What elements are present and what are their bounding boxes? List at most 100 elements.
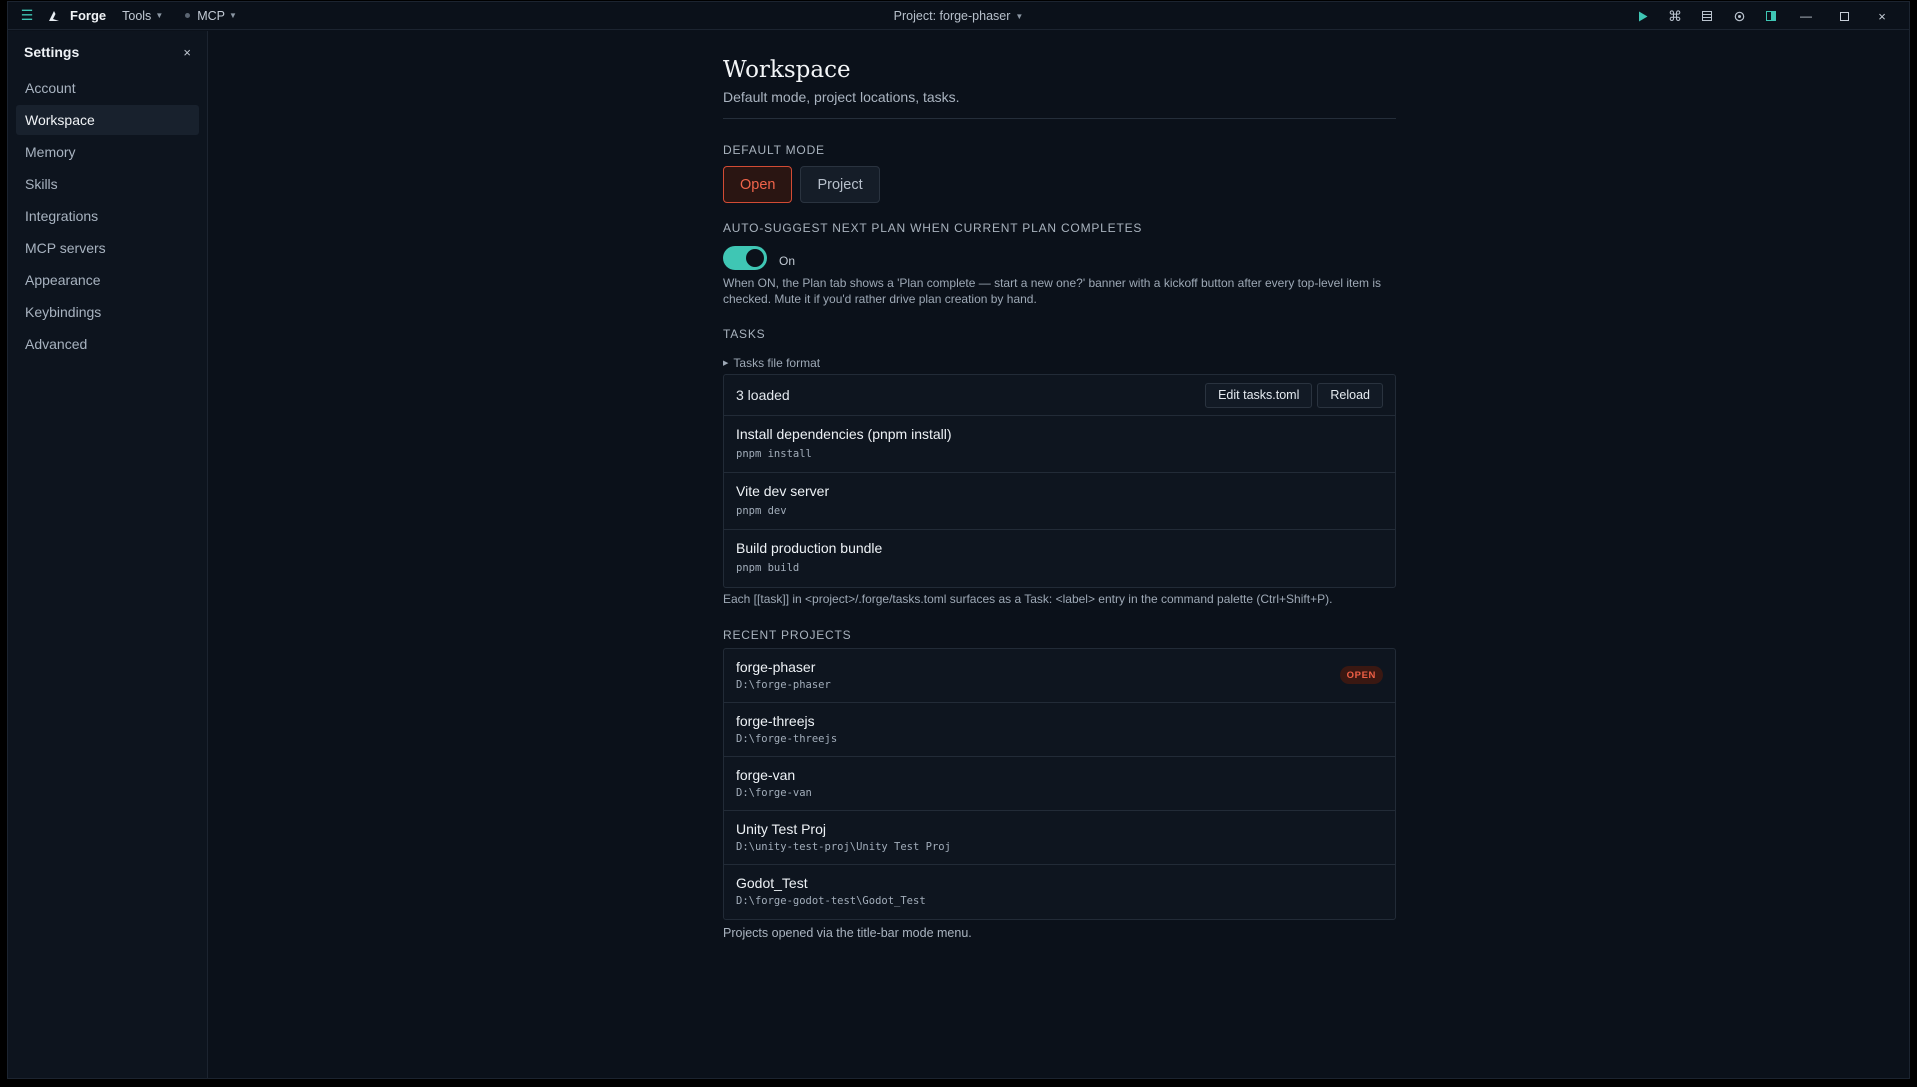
project-path: D:\forge-phaser [736, 679, 831, 691]
run-icon[interactable] [1627, 2, 1659, 30]
auto-suggest-row: On [723, 246, 1396, 270]
sidebar-item-advanced[interactable]: Advanced [16, 329, 199, 359]
sidebar-item-label: Appearance [25, 272, 101, 288]
close-icon[interactable]: × [1863, 2, 1901, 30]
tasks-count: 3 loaded [736, 387, 790, 403]
project-path: D:\unity-test-proj\Unity Test Proj [736, 841, 951, 853]
list-item[interactable]: Godot_Test D:\forge-godot-test\Godot_Tes… [724, 865, 1395, 919]
maximize-icon[interactable] [1825, 2, 1863, 30]
project-name: Unity Test Proj [736, 821, 826, 837]
sidebar-item-memory[interactable]: Memory [16, 137, 199, 167]
project-name: forge-van [736, 767, 796, 783]
disclosure-label: Tasks file format [733, 356, 821, 370]
tasks-footnote: Each [[task]] in <project>/.forge/tasks.… [723, 592, 1333, 606]
tasks-actions: Edit tasks.toml Reload [1205, 382, 1383, 408]
auto-suggest-label: AUTO-SUGGEST NEXT PLAN WHEN CURRENT PLAN… [723, 221, 1143, 235]
status-badge: OPEN [1339, 666, 1383, 684]
sidebar-item-workspace[interactable]: Workspace [16, 105, 199, 135]
task-title: Build production bundle [736, 540, 883, 556]
settings-sidebar: Settings × Account Workspace Memory Skil… [8, 31, 208, 1078]
status-dot-icon [185, 13, 191, 18]
mode-project-button[interactable]: Project [800, 166, 880, 203]
tasks-format-disclosure[interactable]: ▶ Tasks file format [723, 356, 1396, 370]
task-row[interactable]: Build production bundle pnpm build [724, 530, 1395, 587]
auto-suggest-toggle[interactable] [723, 246, 767, 270]
project-selector-label: Project: forge-phaser [893, 9, 1011, 23]
sidebar-item-keybindings[interactable]: Keybindings [16, 297, 199, 327]
list-item[interactable]: forge-phaser D:\forge-phaser OPEN [724, 649, 1395, 703]
recent-projects-label: RECENT PROJECTS [723, 628, 852, 642]
task-command: pnpm build [736, 562, 800, 574]
task-row[interactable]: Vite dev server pnpm dev [724, 473, 1395, 530]
sidebar-item-label: MCP servers [25, 240, 106, 256]
tools-menu-label: Tools [122, 8, 152, 23]
sidebar-item-label: Integrations [25, 208, 99, 224]
sidebar-item-account[interactable]: Account [16, 73, 199, 103]
mcp-menu[interactable]: MCP ▼ [185, 9, 237, 23]
project-name: forge-phaser [736, 659, 816, 675]
hamburger-icon[interactable]: ☰ [18, 7, 36, 24]
app-window: ☰ Forge Tools ▼ MCP ▼ Project: forge-pha… [7, 1, 1910, 1079]
title-bar: ☰ Forge Tools ▼ MCP ▼ Project: forge-pha… [8, 2, 1909, 30]
settings-icon[interactable] [1723, 2, 1755, 30]
project-path: D:\forge-threejs [736, 733, 838, 745]
list-item[interactable]: Unity Test Proj D:\unity-test-proj\Unity… [724, 811, 1395, 865]
project-selector[interactable]: Project: forge-phaser ▼ [894, 9, 1024, 23]
task-title: Install dependencies (pnpm install) [736, 426, 952, 442]
mode-open-button[interactable]: Open [723, 166, 793, 203]
chevron-down-icon: ▼ [155, 11, 164, 20]
sidebar-item-appearance[interactable]: Appearance [16, 265, 199, 295]
list-item[interactable]: forge-van D:\forge-van [724, 757, 1395, 811]
sidebar-item-label: Account [25, 80, 76, 96]
chevron-down-icon: ▼ [1015, 11, 1024, 21]
close-icon[interactable]: × [183, 45, 191, 60]
tasks-label: TASKS [723, 327, 766, 341]
minimize-icon[interactable]: — [1787, 2, 1825, 30]
edit-tasks-button[interactable]: Edit tasks.toml [1205, 382, 1313, 408]
app-name: Forge [70, 8, 107, 23]
sidebar-item-mcp-servers[interactable]: MCP servers [16, 233, 199, 263]
projects-footnote: Projects opened via the title-bar mode m… [723, 926, 972, 940]
recent-projects-list: forge-phaser D:\forge-phaser OPEN forge-… [723, 648, 1396, 920]
page-title: Workspace [723, 57, 851, 83]
task-row[interactable]: Install dependencies (pnpm install) pnpm… [724, 416, 1395, 473]
forge-logo-icon [46, 8, 62, 24]
workspace-settings: Workspace Default mode, project location… [723, 31, 1396, 940]
command-icon[interactable]: ⌘ [1659, 2, 1691, 30]
mcp-menu-label: MCP [197, 8, 226, 23]
default-mode-selector: Open Project [723, 166, 1396, 203]
sidebar-item-skills[interactable]: Skills [16, 169, 199, 199]
task-command: pnpm install [736, 448, 812, 460]
page-subtitle: Default mode, project locations, tasks. [723, 89, 960, 105]
tools-menu[interactable]: Tools ▼ [122, 9, 163, 23]
default-mode-label: DEFAULT MODE [723, 143, 825, 157]
list-item[interactable]: forge-threejs D:\forge-threejs [724, 703, 1395, 757]
project-path: D:\forge-godot-test\Godot_Test [736, 895, 926, 907]
panel-icon[interactable] [1755, 2, 1787, 30]
auto-suggest-help: When ON, the Plan tab shows a 'Plan comp… [723, 276, 1382, 306]
settings-nav: Account Workspace Memory Skills Integrat… [8, 73, 207, 359]
sidebar-item-label: Memory [25, 144, 76, 160]
tasks-card: 3 loaded Edit tasks.toml Reload Install … [723, 374, 1396, 588]
project-path: D:\forge-van [736, 787, 812, 799]
reload-button[interactable]: Reload [1317, 382, 1383, 408]
project-name: forge-threejs [736, 713, 815, 729]
task-command: pnpm dev [736, 505, 787, 517]
sidebar-header: Settings × [8, 31, 207, 73]
sidebar-item-label: Keybindings [25, 304, 102, 320]
sidebar-item-label: Skills [25, 176, 58, 192]
sidebar-item-label: Workspace [25, 112, 95, 128]
chevron-right-icon: ▶ [723, 360, 729, 367]
sidebar-item-integrations[interactable]: Integrations [16, 201, 199, 231]
toggle-state-label: On [779, 254, 796, 268]
task-title: Vite dev server [736, 483, 830, 499]
chevron-down-icon: ▼ [229, 11, 237, 20]
project-name: Godot_Test [736, 875, 808, 891]
tasks-header: 3 loaded Edit tasks.toml Reload [724, 375, 1395, 416]
layout-icon[interactable] [1691, 2, 1723, 30]
settings-main: Workspace Default mode, project location… [209, 31, 1909, 1078]
toggle-knob [746, 249, 764, 267]
sidebar-title: Settings [24, 44, 80, 60]
sidebar-item-label: Advanced [25, 336, 88, 352]
divider [723, 118, 1396, 119]
